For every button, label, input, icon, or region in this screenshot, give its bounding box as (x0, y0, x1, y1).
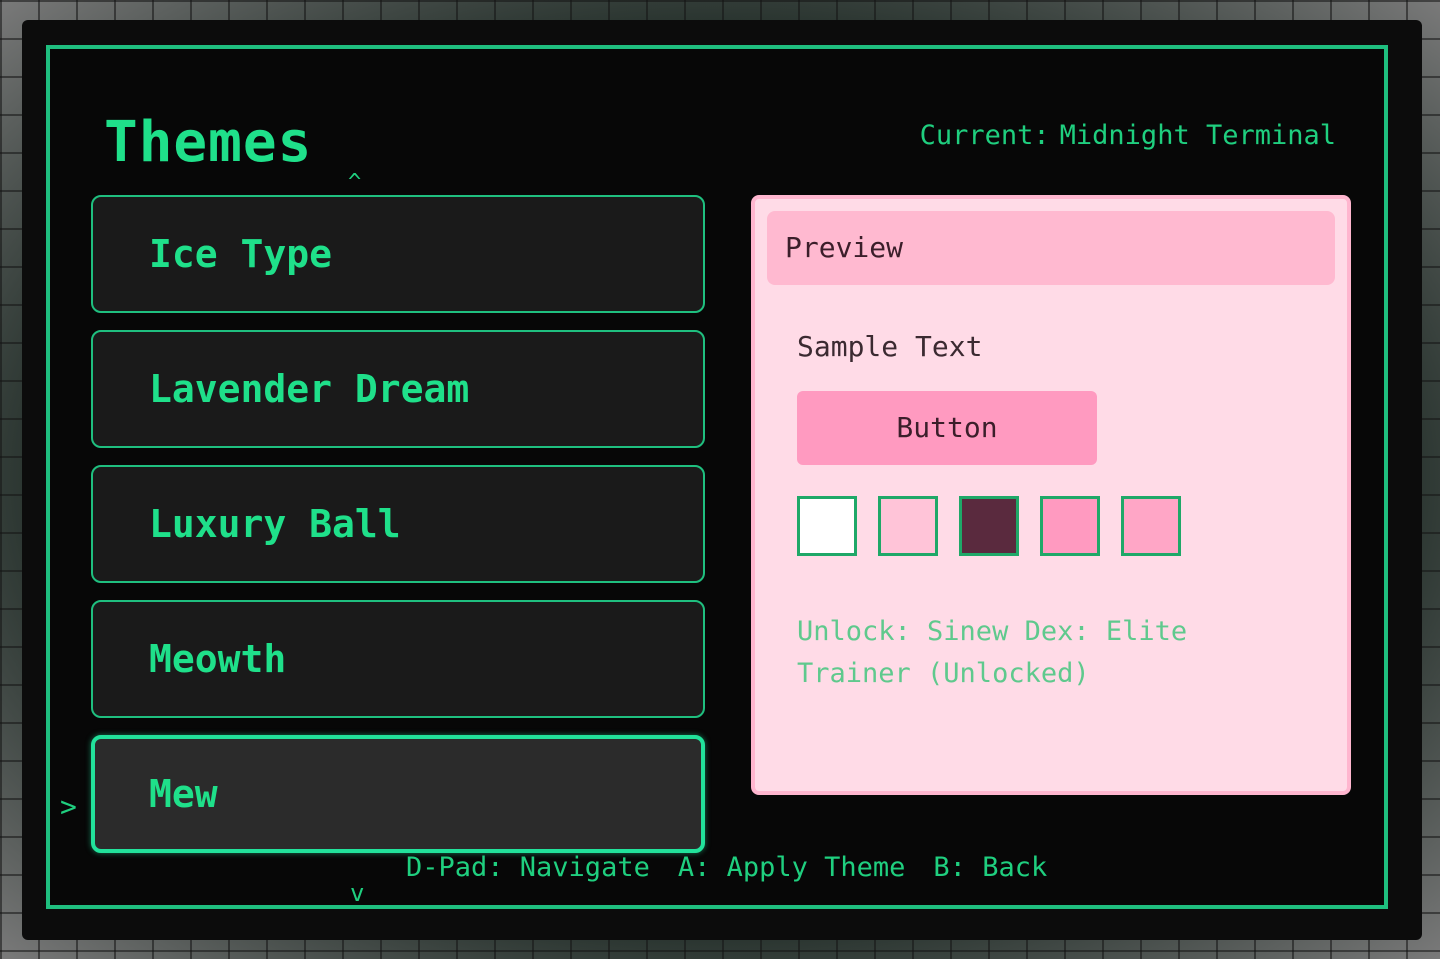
current-theme-indicator: Current: Midnight Terminal (920, 118, 1336, 154)
hint-navigate: D-Pad: Navigate (406, 852, 650, 883)
color-swatch-4 (1040, 496, 1100, 556)
hint-apply-theme: A: Apply Theme (677, 852, 906, 883)
theme-preview-panel: Preview Sample Text Button Unlock: Sinew… (751, 195, 1351, 795)
selection-cursor-icon: > (60, 790, 77, 823)
theme-item-lavender-dream[interactable]: Lavender Dream (91, 330, 705, 448)
scroll-down-icon[interactable]: v (350, 880, 364, 906)
color-swatch-5 (1121, 496, 1181, 556)
theme-item-luxury-ball[interactable]: Luxury Ball (91, 465, 705, 583)
theme-item-label: Lavender Dream (149, 367, 470, 411)
theme-list: Ice Type Lavender Dream Luxury Ball Meow… (91, 195, 705, 870)
theme-item-label: Mew (149, 772, 218, 816)
current-theme-value: Midnight Terminal (1059, 120, 1336, 151)
preview-sample-text: Sample Text (797, 330, 983, 363)
theme-item-meowth[interactable]: Meowth (91, 600, 705, 718)
theme-item-label: Meowth (149, 637, 287, 681)
preview-header: Preview (767, 211, 1335, 285)
color-swatch-2 (878, 496, 938, 556)
theme-item-label: Luxury Ball (149, 502, 401, 546)
current-theme-label: Current: (919, 120, 1050, 151)
theme-item-label: Ice Type (149, 232, 333, 276)
color-swatch-1 (797, 496, 857, 556)
preview-sample-button[interactable]: Button (797, 391, 1097, 465)
page-title: Themes (104, 110, 313, 175)
color-swatches (797, 496, 1202, 556)
hint-back: B: Back (933, 852, 1048, 883)
theme-item-ice-type[interactable]: Ice Type (91, 195, 705, 313)
theme-item-mew[interactable]: Mew (91, 735, 705, 853)
controls-hint-bar: D-Pad: Navigate A: Apply Theme B: Back (406, 848, 1075, 888)
scroll-up-icon[interactable]: ^ (348, 170, 361, 196)
unlock-requirement-text: Unlock: Sinew Dex: Elite Trainer (Unlock… (797, 616, 1188, 689)
color-swatch-3 (959, 496, 1019, 556)
